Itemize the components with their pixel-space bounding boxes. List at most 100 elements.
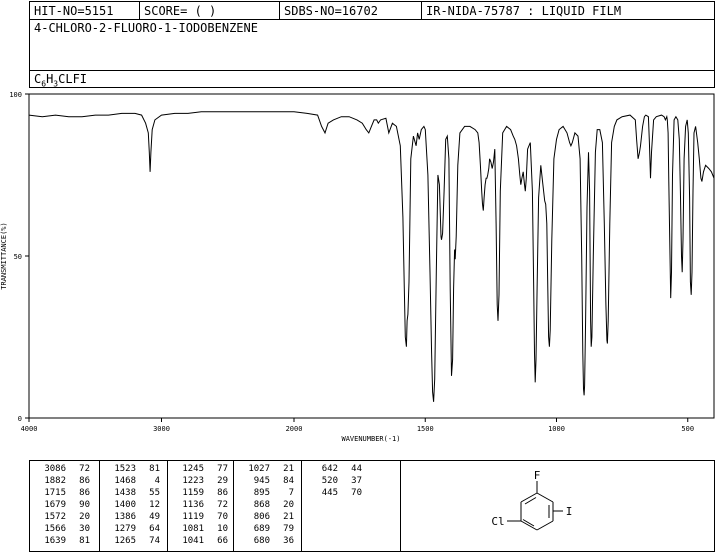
peak-row: 1679 90 [36, 500, 90, 511]
peak-transmittance: 4 [154, 476, 160, 486]
peak-wavenumber: 445 [321, 488, 338, 498]
peak-wavenumber: 1081 [182, 524, 204, 534]
peak-row: 1245 77 [174, 464, 228, 475]
peak-wavenumber: 806 [253, 512, 270, 522]
peak-transmittance: 64 [149, 524, 160, 534]
peak-wavenumber: 945 [253, 476, 270, 486]
peak-transmittance: 7 [288, 488, 294, 498]
peak-row: 868 20 [240, 500, 294, 511]
peak-transmittance: 84 [283, 476, 294, 486]
peak-wavenumber: 1223 [182, 476, 204, 486]
peak-row: 680 36 [240, 536, 294, 547]
peak-transmittance: 86 [79, 476, 90, 486]
peak-transmittance: 36 [283, 536, 294, 546]
peak-row: 1265 74 [106, 536, 160, 547]
peak-wavenumber: 895 [253, 488, 270, 498]
peak-transmittance: 70 [217, 512, 228, 522]
peak-transmittance: 74 [149, 536, 160, 546]
fluoro-label: F [534, 469, 541, 482]
peak-row: 1136 72 [174, 500, 228, 511]
peak-row: 445 70 [308, 488, 362, 499]
peak-transmittance: 21 [283, 512, 294, 522]
peak-wavenumber: 1639 [44, 536, 66, 546]
peak-table: 3086 72 1882 86 1715 86 1679 90 1572 20 1566 30 1639… [29, 460, 401, 552]
x-tick-label: 3000 [153, 425, 170, 433]
peak-column: 1245 77 1223 29 1159 86 1136 72 1119 70 1081 10 1041… [168, 461, 234, 551]
peak-transmittance: 55 [149, 488, 160, 498]
peak-wavenumber: 868 [253, 500, 270, 510]
peak-transmittance: 44 [351, 464, 362, 474]
peak-row: 1119 70 [174, 512, 228, 523]
peak-wavenumber: 1679 [44, 500, 66, 510]
peak-row: 1715 86 [36, 488, 90, 499]
peak-row: 1523 81 [106, 464, 160, 475]
peak-row: 945 84 [240, 476, 294, 487]
x-axis: 4000 3000 2000 1500 1000 500 [21, 418, 694, 433]
peak-row: 1400 12 [106, 500, 160, 511]
molecule-structure: F I Cl [491, 469, 572, 531]
peak-wavenumber: 1400 [114, 500, 136, 510]
structure-box: F I Cl [400, 460, 715, 552]
peak-row: 1159 86 [174, 488, 228, 499]
peak-column: 1523 81 1468 4 1438 55 1400 12 1386 49 1279 64 1265 7… [100, 461, 168, 551]
peak-transmittance: 20 [79, 512, 90, 522]
y-tick-label: 100 [9, 91, 22, 99]
peak-transmittance: 21 [283, 464, 294, 474]
y-tick-label: 50 [14, 253, 22, 261]
peak-row: 689 79 [240, 524, 294, 535]
peak-row: 1041 66 [174, 536, 228, 547]
peak-wavenumber: 1027 [248, 464, 270, 474]
x-axis-title: WAVENUMBER(-1) [341, 435, 400, 443]
peak-transmittance: 90 [79, 500, 90, 510]
peak-row: 1223 29 [174, 476, 228, 487]
peak-wavenumber: 1438 [114, 488, 136, 498]
y-axis: 0 50 100 [9, 91, 29, 423]
peak-row: 1279 64 [106, 524, 160, 535]
peak-row: 642 44 [308, 464, 362, 475]
peak-transmittance: 37 [351, 476, 362, 486]
chloro-label: Cl [491, 515, 504, 528]
peak-wavenumber: 1245 [182, 464, 204, 474]
peak-wavenumber: 680 [253, 536, 270, 546]
peak-wavenumber: 1882 [44, 476, 66, 486]
x-tick-label: 2000 [286, 425, 303, 433]
peak-wavenumber: 1041 [182, 536, 204, 546]
peak-transmittance: 81 [149, 464, 160, 474]
y-tick-label: 0 [18, 415, 22, 423]
peak-transmittance: 86 [79, 488, 90, 498]
peak-transmittance: 70 [351, 488, 362, 498]
peak-wavenumber: 1523 [114, 464, 136, 474]
peak-row: 1386 49 [106, 512, 160, 523]
peak-wavenumber: 1386 [114, 512, 136, 522]
ir-spectrum-chart: 4000 3000 2000 1500 1000 500 0 50 100 WAVENUMBE… [0, 91, 715, 443]
peak-column: 642 44 520 37 445 70 [302, 461, 400, 551]
peak-transmittance: 72 [217, 500, 228, 510]
peak-transmittance: 81 [79, 536, 90, 546]
x-tick-label: 1500 [417, 425, 434, 433]
peak-row: 1468 4 [106, 476, 160, 487]
peak-row: 1566 30 [36, 524, 90, 535]
peak-column: 3086 72 1882 86 1715 86 1679 90 1572 20 1566 30 1639… [30, 461, 100, 551]
peak-row: 1882 86 [36, 476, 90, 487]
peak-row: 1572 20 [36, 512, 90, 523]
peak-wavenumber: 520 [321, 476, 338, 486]
x-tick-label: 4000 [21, 425, 38, 433]
peak-wavenumber: 1136 [182, 500, 204, 510]
peak-transmittance: 29 [217, 476, 228, 486]
peak-transmittance: 20 [283, 500, 294, 510]
peak-row: 1639 81 [36, 536, 90, 547]
peak-row: 1081 10 [174, 524, 228, 535]
peak-transmittance: 12 [149, 500, 160, 510]
peak-wavenumber: 1159 [182, 488, 204, 498]
peak-row: 1027 21 [240, 464, 294, 475]
peak-transmittance: 79 [283, 524, 294, 534]
peak-wavenumber: 642 [321, 464, 338, 474]
peak-row: 520 37 [308, 476, 362, 487]
peak-row: 895 7 [240, 488, 294, 499]
peak-row: 3086 72 [36, 464, 90, 475]
peak-wavenumber: 689 [253, 524, 270, 534]
peak-transmittance: 66 [217, 536, 228, 546]
peak-transmittance: 72 [79, 464, 90, 474]
peak-wavenumber: 3086 [44, 464, 66, 474]
peak-transmittance: 77 [217, 464, 228, 474]
